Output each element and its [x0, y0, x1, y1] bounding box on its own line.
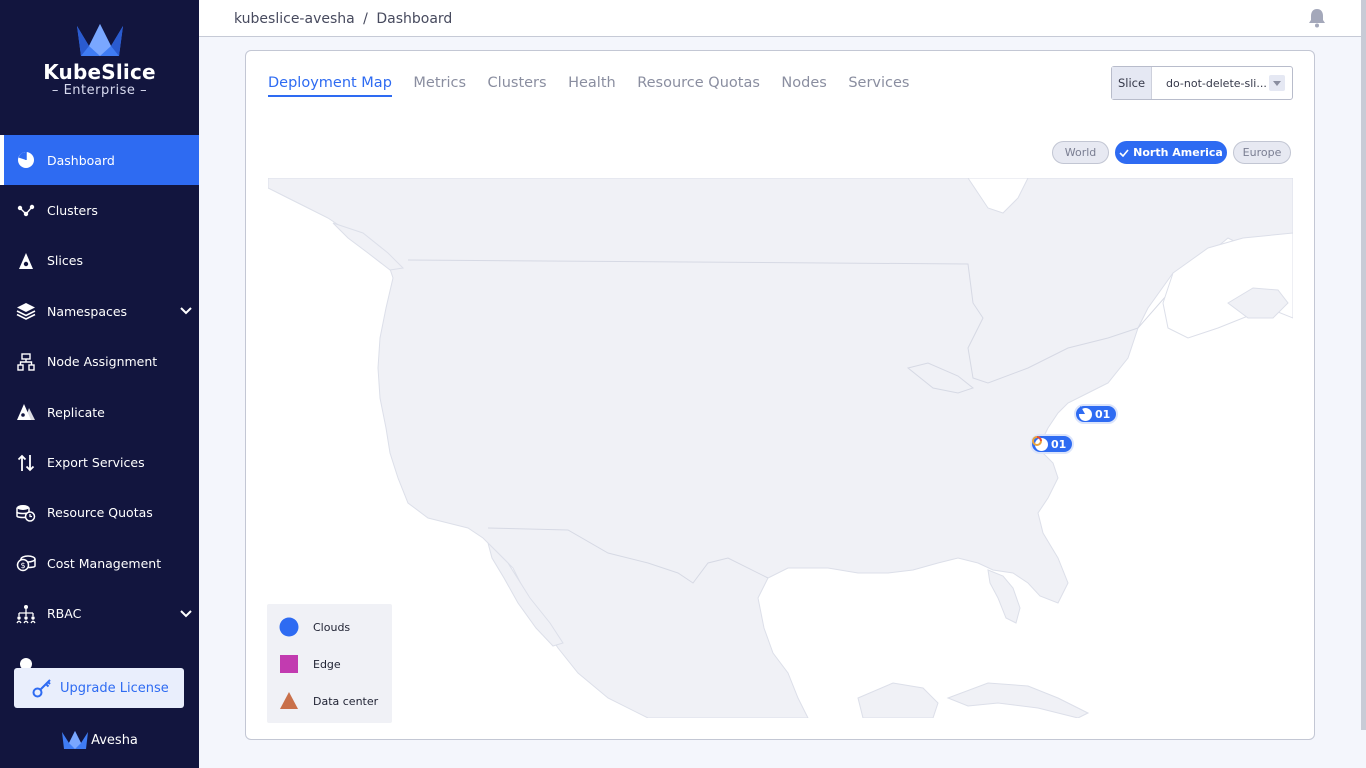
legend-item-data-center: Data center: [279, 691, 378, 711]
sidebar-item-label: Cost Management: [47, 555, 162, 571]
sidebar-item-cost-management[interactable]: $ Cost Management: [0, 538, 199, 588]
tab-metrics[interactable]: Metrics: [413, 75, 466, 97]
cluster-marker[interactable]: 01: [1074, 404, 1119, 424]
north-america-map: [268, 178, 1293, 718]
tab-clusters[interactable]: Clusters: [488, 75, 547, 97]
legend-label: Clouds: [313, 620, 351, 634]
legend-label: Edge: [313, 657, 341, 671]
avesha-label: Avesha: [91, 732, 138, 748]
region-europe-button[interactable]: Europe: [1233, 141, 1291, 164]
tab-deployment-map[interactable]: Deployment Map: [268, 75, 392, 97]
sidebar-item-label: Export Services: [47, 455, 145, 471]
legend-item-clouds: Clouds: [279, 617, 350, 637]
pie-chart-icon: [16, 150, 36, 170]
node-tree-icon: [16, 352, 36, 372]
brand-subtitle-text: Enterprise: [63, 83, 136, 98]
crown-logo-icon: [76, 24, 123, 56]
region-world-button[interactable]: World: [1052, 141, 1109, 164]
land-central: [857, 682, 939, 718]
brand-subtitle: – Enterprise –: [51, 83, 148, 98]
sidebar-item-resource-quotas[interactable]: Resource Quotas: [0, 488, 199, 538]
square-icon: [279, 654, 299, 674]
tab-nodes[interactable]: Nodes: [781, 75, 826, 97]
key-icon: [32, 678, 52, 698]
land-mass: [268, 178, 1293, 718]
legend-item-edge: Edge: [279, 654, 341, 674]
sidebar-item-namespaces[interactable]: Namespaces: [0, 286, 199, 336]
triangle-icon: [279, 691, 299, 711]
sidebar-item-label: Clusters: [47, 203, 98, 219]
avesha-footer-logo: Avesha: [0, 730, 199, 750]
chevron-down-icon[interactable]: [179, 304, 193, 318]
cluster-marker[interactable]: 01: [1030, 434, 1075, 454]
sidebar-item-label: Slices: [47, 253, 83, 269]
region-label: World: [1064, 146, 1097, 159]
legend-label: Data center: [313, 694, 379, 708]
land-cuba: [946, 682, 1090, 718]
quota-icon: [16, 503, 36, 523]
page-scrollbar[interactable]: [1361, 0, 1366, 730]
slice-select[interactable]: Slice do-not-delete-sli...: [1111, 66, 1293, 100]
svg-text:$: $: [20, 561, 25, 570]
region-label: Europe: [1242, 146, 1282, 159]
tab-health[interactable]: Health: [568, 75, 616, 97]
breadcrumb-separator: /: [363, 11, 368, 27]
avesha-crown-icon: [62, 731, 89, 749]
region-north-america-button[interactable]: North America: [1115, 141, 1227, 164]
tab-services[interactable]: Services: [848, 75, 909, 97]
sidebar: KubeSlice – Enterprise – Dashboard Clust…: [0, 0, 199, 768]
breadcrumb: kubeslice-avesha / Dashboard: [234, 11, 452, 27]
tab-resource-quotas[interactable]: Resource Quotas: [637, 75, 760, 97]
cluster-marker-count: 01: [1051, 437, 1067, 451]
sidebar-item-label: RBAC: [47, 606, 82, 622]
upgrade-license-button[interactable]: Upgrade License: [14, 668, 184, 708]
sidebar-item-label: Resource Quotas: [47, 505, 153, 521]
check-icon: [1119, 148, 1129, 157]
sidebar-item-dashboard[interactable]: Dashboard: [0, 135, 199, 186]
sidebar-item-slices[interactable]: Slices: [0, 236, 199, 286]
breadcrumb-root[interactable]: kubeslice-avesha: [234, 11, 355, 27]
map-legend: Clouds Edge Data center: [267, 604, 392, 723]
sidebar-item-clusters[interactable]: Clusters: [0, 185, 199, 235]
notification-bell-icon[interactable]: [1308, 8, 1326, 32]
cluster-marker-count: 01: [1095, 407, 1111, 421]
sidebar-nav: Dashboard Clusters Slices Namespaces Nod…: [0, 135, 199, 689]
replicate-icon: [16, 402, 36, 422]
chevron-down-icon[interactable]: [179, 607, 193, 621]
land-florida: [987, 569, 1021, 624]
breadcrumb-current: Dashboard: [376, 11, 453, 27]
brand-title: KubeSlice: [43, 60, 156, 84]
circle-icon: [279, 617, 299, 637]
kubeslice-logo[interactable]: KubeSlice – Enterprise –: [0, 22, 199, 98]
chevron-down-icon[interactable]: [1269, 75, 1285, 91]
arrows-up-down-icon: [16, 453, 36, 473]
region-filter: World North America Europe: [1052, 141, 1297, 164]
deployment-map[interactable]: 01 01: [268, 178, 1293, 718]
cluster-nodes-icon: [16, 201, 36, 221]
top-bar: kubeslice-avesha / Dashboard: [199, 0, 1361, 37]
sidebar-item-label: Dashboard: [47, 152, 115, 168]
upgrade-license-label: Upgrade License: [60, 680, 169, 696]
slice-select-label: Slice: [1112, 67, 1152, 99]
coins-icon: $: [16, 553, 36, 573]
sidebar-item-node-assignment[interactable]: Node Assignment: [0, 337, 199, 387]
region-label: North America: [1133, 146, 1223, 159]
sidebar-item-label: Namespaces: [47, 303, 128, 319]
rbac-users-icon: [16, 604, 36, 624]
sidebar-item-label: Node Assignment: [47, 354, 158, 370]
sidebar-item-export-services[interactable]: Export Services: [0, 437, 199, 487]
layers-icon: [16, 301, 36, 321]
cloud-provider-b-icon: [1032, 436, 1048, 451]
slice-triangle-icon: [16, 251, 36, 271]
sidebar-item-rbac[interactable]: RBAC: [0, 589, 199, 639]
sidebar-item-replicate[interactable]: Replicate: [0, 387, 199, 437]
sidebar-item-label: Replicate: [47, 404, 105, 420]
slice-select-value[interactable]: do-not-delete-sli...: [1152, 67, 1269, 99]
dashboard-tabs: Deployment Map Metrics Clusters Health R…: [268, 75, 931, 97]
cloud-provider-a-icon: [1076, 406, 1092, 421]
